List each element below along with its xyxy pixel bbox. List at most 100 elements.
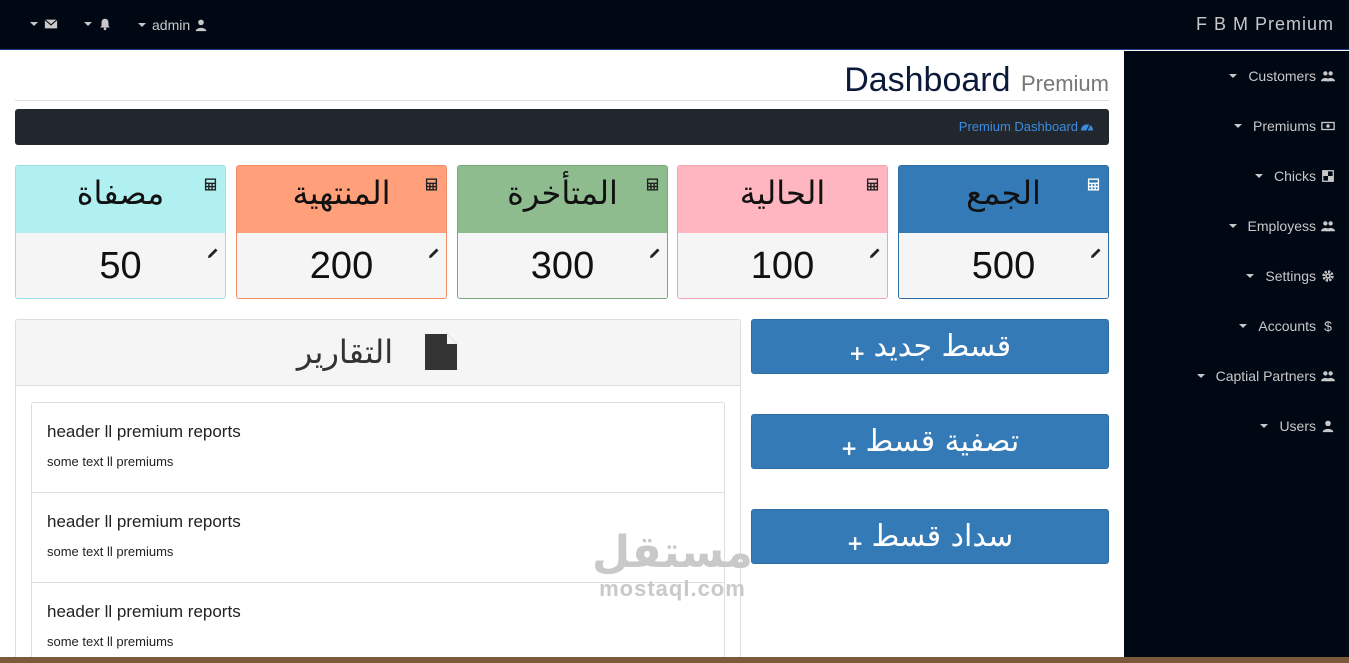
card-body: 200: [237, 233, 446, 298]
card-value: 50: [99, 245, 142, 287]
breadcrumb-label: Premium Dashboard: [958, 119, 1078, 134]
card-body: 500: [899, 233, 1108, 298]
stat-card-current[interactable]: الحالية 100: [677, 165, 888, 299]
stat-card-ended[interactable]: المنتهية 200: [236, 165, 447, 299]
watermark: مستقل mostaql.com: [592, 530, 753, 602]
stat-card-total[interactable]: الجمع 500: [898, 165, 1109, 299]
stat-card-late[interactable]: المتأخرة 300: [457, 165, 668, 299]
pay-premium-button[interactable]: + سداد قسط: [751, 509, 1109, 564]
sidebar-item-users[interactable]: Users: [1260, 418, 1335, 434]
user-dropdown[interactable]: admin: [138, 17, 208, 33]
pencil-icon[interactable]: [428, 247, 440, 259]
page-header: Dashboard Premium: [15, 61, 1109, 101]
main-content: Dashboard Premium Premium Dashboard الجم…: [0, 51, 1124, 657]
sidebar-item-label: Employess: [1247, 218, 1316, 234]
button-label: تصفية قسط: [865, 424, 1020, 459]
plus-icon: +: [846, 530, 864, 555]
money-icon: [1321, 121, 1335, 131]
page-subtitle: Premium: [1020, 71, 1109, 96]
list-item-text: some text ll premiums: [47, 454, 174, 469]
caret-down-icon: [30, 22, 38, 26]
caret-down-icon: [1260, 424, 1269, 428]
sidebar-item-label: Captial Partners: [1215, 368, 1316, 384]
list-item[interactable]: header ll premium reports some text ll p…: [32, 403, 724, 493]
sidebar-item-settings[interactable]: Settings: [1246, 268, 1335, 284]
calculator-icon: [204, 178, 217, 191]
sidebar-item-label: Customers: [1248, 68, 1316, 84]
card-value: 200: [309, 245, 374, 287]
reports-header: التقارير: [16, 320, 740, 386]
caret-down-icon: [1246, 274, 1255, 278]
reports-title: التقارير: [296, 333, 394, 371]
gear-icon: [1322, 270, 1334, 282]
list-item-header: header ll premium reports: [47, 602, 241, 621]
squares-icon: [1322, 170, 1334, 182]
reports-panel: التقارير header ll premium reports some …: [15, 319, 741, 657]
plus-icon: +: [840, 435, 858, 460]
card-title: مصفاة: [76, 174, 165, 212]
caret-down-icon: [1239, 324, 1248, 328]
user-icon: [195, 19, 207, 32]
caret-down-icon: [84, 22, 92, 26]
dollar-icon: $: [1324, 318, 1332, 334]
pencil-icon[interactable]: [207, 247, 219, 259]
card-title: الحالية: [739, 174, 826, 212]
sidebar-item-premiums[interactable]: Premiums: [1233, 118, 1335, 134]
settle-premium-button[interactable]: + تصفية قسط: [751, 414, 1109, 469]
card-header: المنتهية: [237, 166, 446, 233]
caret-down-icon: [1228, 224, 1237, 228]
card-header: مصفاة: [16, 166, 225, 233]
card-header: الحالية: [678, 166, 887, 233]
calculator-icon: [1087, 178, 1100, 191]
sidebar-item-label: Users: [1279, 418, 1316, 434]
breadcrumb: Premium Dashboard: [15, 109, 1109, 145]
card-body: 50: [16, 233, 225, 298]
sidebar: Customers Premiums Chicks Employess Sett…: [1124, 51, 1349, 657]
sidebar-item-employess[interactable]: Employess: [1228, 218, 1335, 234]
users-icon: [1321, 371, 1335, 382]
pencil-icon[interactable]: [869, 247, 881, 259]
card-title: المنتهية: [292, 174, 391, 212]
pencil-icon[interactable]: [649, 247, 661, 259]
pencil-icon[interactable]: [1090, 247, 1102, 259]
card-header: المتأخرة: [458, 166, 667, 233]
sidebar-item-accounts[interactable]: Accounts $: [1239, 318, 1335, 334]
page-title: Dashboard: [844, 61, 1011, 99]
caret-down-icon: [138, 23, 146, 27]
sidebar-item-label: Accounts: [1258, 318, 1316, 334]
plus-icon: +: [848, 340, 866, 365]
sidebar-item-chicks[interactable]: Chicks: [1254, 168, 1335, 184]
card-body: 100: [678, 233, 887, 298]
card-body: 300: [458, 233, 667, 298]
sidebar-item-customers[interactable]: Customers: [1229, 68, 1335, 84]
users-icon: [1321, 221, 1335, 232]
file-icon: [425, 334, 458, 370]
caret-down-icon: [1233, 124, 1242, 128]
button-label: قسط جديد: [873, 329, 1012, 364]
new-premium-button[interactable]: + قسط جديد: [751, 319, 1109, 374]
sidebar-item-label: Premiums: [1252, 118, 1316, 134]
top-navbar: admin F B M Premium: [0, 0, 1349, 50]
card-value: 300: [530, 245, 595, 287]
list-item-text: some text ll premiums: [47, 634, 174, 649]
user-name: admin: [152, 17, 191, 33]
user-icon: [1322, 420, 1334, 433]
card-value: 100: [750, 245, 815, 287]
caret-down-icon: [1254, 174, 1263, 178]
messages-dropdown[interactable]: [30, 17, 58, 31]
sidebar-item-captial-partners[interactable]: Captial Partners: [1196, 368, 1335, 384]
stat-card-settled[interactable]: مصفاة 50: [15, 165, 226, 299]
card-header: الجمع: [899, 166, 1108, 233]
watermark-latin: mostaql.com: [599, 576, 746, 601]
card-value: 500: [971, 245, 1036, 287]
sidebar-item-label: Settings: [1265, 268, 1316, 284]
caret-down-icon: [1229, 74, 1238, 78]
os-taskbar: [0, 657, 1349, 663]
notifications-dropdown[interactable]: [84, 17, 112, 31]
calculator-icon: [425, 178, 438, 191]
breadcrumb-link[interactable]: Premium Dashboard: [959, 119, 1094, 134]
caret-down-icon: [1196, 374, 1205, 378]
dashboard-icon: [1080, 123, 1094, 131]
card-title: الجمع: [966, 174, 1041, 212]
brand-logo[interactable]: F B M Premium: [1196, 14, 1334, 35]
